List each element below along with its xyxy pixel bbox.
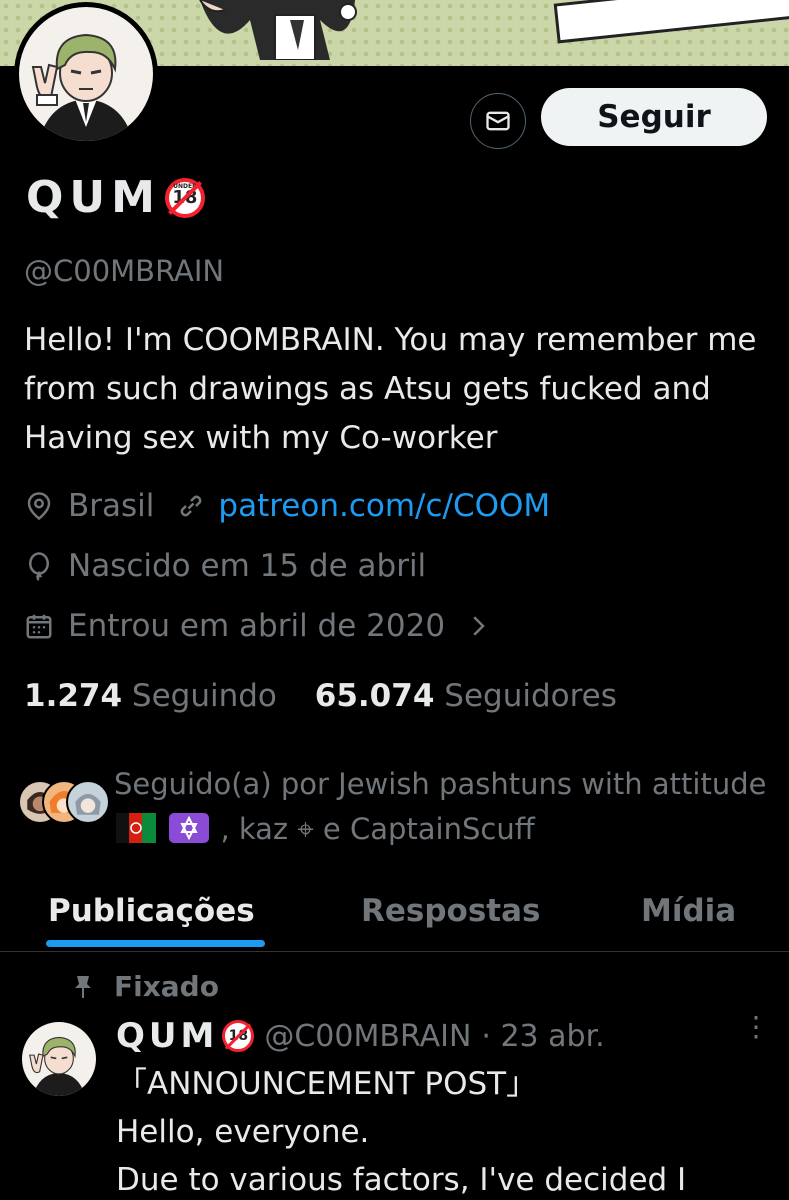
envelope-icon [486, 111, 510, 131]
joined-row[interactable]: Entrou em abril de 2020 [24, 608, 507, 644]
avatar-illustration [19, 7, 153, 141]
active-tab-indicator [46, 940, 265, 947]
tab-midia[interactable]: Mídia [641, 893, 736, 929]
post-text: 「ANNOUNCEMENT POST」 Hello, everyone. Due… [116, 1060, 786, 1200]
post-author-name-text: QUM [116, 1016, 219, 1056]
badge-number: 18 [228, 1028, 249, 1044]
joined-text: Entrou em abril de 2020 [68, 608, 446, 644]
afghanistan-flag-icon [116, 813, 156, 843]
post-date[interactable]: · 23 abr. [481, 1019, 604, 1054]
star-of-david-icon [169, 813, 210, 843]
post-line: Hello, everyone. [116, 1114, 370, 1150]
under-18-badge-icon: UNDER 18 [164, 177, 205, 218]
following-count: 1.274 [24, 678, 123, 714]
balloon-icon [29, 552, 49, 581]
pinned-label-row: Fixado [72, 970, 219, 1003]
following-link[interactable]: 1.274 Seguindo [24, 678, 277, 714]
location-pin-icon [27, 492, 51, 521]
tab-respostas[interactable]: Respostas [361, 893, 540, 929]
pinned-label: Fixado [114, 970, 219, 1003]
followers-label: Seguidores [444, 678, 617, 714]
post-line: Due to various factors, I've decided I [116, 1162, 687, 1198]
more-vertical-icon[interactable]: ⋮ [742, 1013, 770, 1062]
message-button[interactable] [470, 93, 526, 149]
under-18-badge-icon: 18 [222, 1020, 255, 1052]
banner-panel [553, 0, 789, 44]
follow-button[interactable]: Seguir [541, 88, 767, 146]
birthday-row: Nascido em 15 de abril [24, 548, 426, 584]
post-author-name[interactable]: QUM 18 [116, 1016, 255, 1056]
follower-avatar [66, 780, 110, 824]
followers-link[interactable]: 65.074 Seguidores [315, 678, 617, 714]
following-label: Seguindo [131, 678, 277, 714]
profile-tabs: Publicações Respostas Mídia [0, 880, 789, 952]
display-name: QUM UNDER 18 [26, 172, 205, 223]
followed-by-prefix: Seguido(a) por Jewish pashtuns with atti… [114, 767, 767, 801]
post-avatar-illustration [22, 1022, 96, 1096]
post-author-handle[interactable]: @C00MBRAIN [264, 1019, 471, 1054]
badge-number: 18 [172, 187, 198, 208]
location-row: Brasil patreon.com/c/COOM [24, 488, 550, 524]
post-line: 「ANNOUNCEMENT POST」 [116, 1066, 538, 1102]
chevron-right-icon [473, 616, 485, 636]
pin-icon [75, 975, 91, 998]
followers-count: 65.074 [314, 678, 435, 714]
post-author-avatar[interactable] [22, 1022, 96, 1096]
profile-link[interactable]: patreon.com/c/COOM [218, 488, 550, 524]
followed-by-suffix: , kaz ⌖ e CaptainScuff [220, 812, 535, 846]
badge-under-text: UNDER [173, 182, 197, 190]
profile-handle: @C00MBRAIN [24, 254, 225, 288]
link-icon [181, 495, 202, 517]
banner-illustration [199, 0, 357, 60]
followed-by-text[interactable]: Seguido(a) por Jewish pashtuns with atti… [114, 762, 774, 852]
profile-bio: Hello! I'm COOMBRAIN. You may remember m… [24, 322, 757, 456]
calendar-icon [26, 614, 52, 639]
profile-avatar[interactable] [14, 2, 158, 146]
post-header: QUM 18 @C00MBRAIN · 23 abr. [116, 1016, 605, 1056]
birthday-text: Nascido em 15 de abril [68, 548, 427, 584]
follow-counts: 1.274 Seguindo 65.074 Seguidores [24, 678, 617, 714]
followed-by-avatars[interactable] [18, 780, 110, 828]
display-name-text: QUM [26, 172, 161, 223]
location-text: Brasil [68, 488, 155, 524]
tab-publicacoes[interactable]: Publicações [48, 893, 255, 929]
